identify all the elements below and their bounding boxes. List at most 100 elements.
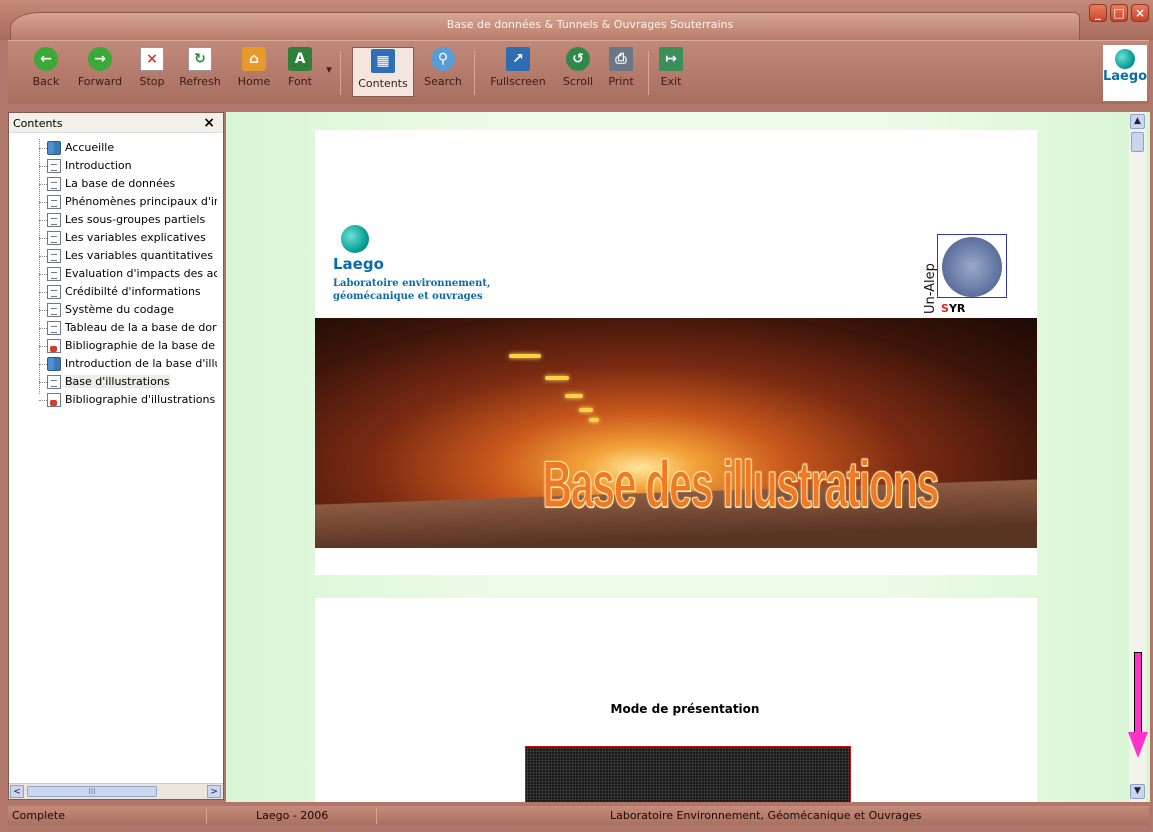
banner-title: Base des illustrations xyxy=(542,447,940,522)
tree-item[interactable]: Base d'illustrations xyxy=(9,373,217,391)
fullscreen-button[interactable]: ↗ Fullscreen xyxy=(482,47,554,88)
book-icon xyxy=(47,141,61,155)
tree-item[interactable]: Accueille xyxy=(9,139,217,157)
sidebar-title: Contents xyxy=(13,117,63,130)
tree-item[interactable]: Tableau de la a base de dor xyxy=(9,319,217,337)
tree-item[interactable]: Phénomènes principaux d'in xyxy=(9,193,217,211)
tree-item[interactable]: Crédibilté d'informations xyxy=(9,283,217,301)
scroll-down-button[interactable]: ▼ xyxy=(1130,784,1145,799)
document-icon xyxy=(47,231,61,245)
tunnel-light xyxy=(509,354,541,358)
tree-item-label: Les variables quantitatives xyxy=(65,249,214,262)
contents-sidebar: Contents × Accueille Introduction La base … xyxy=(8,112,224,800)
exit-label: Exit xyxy=(660,75,682,88)
home-label: Home xyxy=(237,75,271,88)
syr-label: SYR xyxy=(941,302,965,315)
tree-item-label: Tableau de la a base de dor xyxy=(65,321,217,334)
laego-block: Laego Laboratoire environnement, géoméca… xyxy=(333,225,491,303)
tunnel-light xyxy=(579,408,593,412)
reference-icon xyxy=(47,339,61,353)
stop-button[interactable]: × Stop xyxy=(134,47,170,88)
fullscreen-label: Fullscreen xyxy=(490,75,546,88)
tree-item-label: Système du codage xyxy=(65,303,174,316)
arrow-head xyxy=(1128,732,1148,758)
window-controls: _ □ × xyxy=(1089,4,1149,22)
document-icon xyxy=(47,285,61,299)
refresh-label: Refresh xyxy=(179,75,221,88)
laego-subtitle-2: géomécanique et ouvrages xyxy=(333,291,483,302)
scroll-left-button[interactable]: < xyxy=(10,785,24,798)
close-button[interactable]: × xyxy=(1131,4,1149,22)
scroll-icon: ↺ xyxy=(566,47,590,71)
document-icon xyxy=(47,195,61,209)
tree-item[interactable]: Les variables quantitatives xyxy=(9,247,217,265)
status-right: Laboratoire Environnement, Géomécanique … xyxy=(610,809,922,822)
syr-rest: YR xyxy=(948,302,966,315)
scroll-grip: III xyxy=(88,787,96,796)
tree-item-label: Accueille xyxy=(65,141,115,154)
status-bar: Complete Laego - 2006 Laboratoire Enviro… xyxy=(8,806,1149,826)
sidebar-header: Contents × xyxy=(9,113,223,133)
status-left: Complete xyxy=(12,809,66,822)
scroll-thumb[interactable]: III xyxy=(27,786,157,797)
minimize-button[interactable]: _ xyxy=(1089,4,1107,22)
tree-item[interactable]: Introduction de la base d'illu xyxy=(9,355,217,373)
tree-item[interactable]: Evaluation d'impacts des ac xyxy=(9,265,217,283)
contents-button[interactable]: ▦ Contents xyxy=(352,47,414,97)
book-icon xyxy=(47,357,61,371)
tree-item-label: Base d'illustrations xyxy=(65,375,170,388)
toolbar-separator xyxy=(340,51,341,95)
document-icon xyxy=(47,249,61,263)
home-button[interactable]: ⌂ Home xyxy=(232,47,276,88)
laego-swirl-icon xyxy=(1115,49,1135,69)
font-dropdown-icon[interactable]: ▾ xyxy=(324,63,334,76)
stop-label: Stop xyxy=(139,75,165,88)
laego-logo-text: Laego xyxy=(1103,69,1148,84)
arrow-shaft xyxy=(1134,652,1142,734)
tree-item[interactable]: Les variables explicatives xyxy=(9,229,217,247)
scroll-up-button[interactable]: ▲ xyxy=(1130,114,1145,129)
font-label: Font xyxy=(288,75,312,88)
scroll-button[interactable]: ↺ Scroll xyxy=(558,47,598,88)
tunnel-light xyxy=(545,376,569,380)
document-icon xyxy=(47,159,61,173)
status-divider xyxy=(206,808,207,824)
back-label: Back xyxy=(32,75,60,88)
tree-item[interactable]: La base de données xyxy=(9,175,217,193)
tree-item-label: Les variables explicatives xyxy=(65,231,206,244)
tree-item-label: Bibliographie d'illustrations xyxy=(65,393,216,406)
search-button[interactable]: ⚲ Search xyxy=(420,47,466,88)
stop-icon: × xyxy=(140,47,164,71)
scroll-right-button[interactable]: > xyxy=(207,785,221,798)
scroll-thumb[interactable] xyxy=(1131,132,1144,152)
tree-item-label: Les sous-groupes partiels xyxy=(65,213,206,226)
refresh-icon: ↻ xyxy=(188,47,212,71)
forward-button[interactable]: → Forward xyxy=(72,47,128,88)
tree-item[interactable]: Système du codage xyxy=(9,301,217,319)
back-button[interactable]: ← Back xyxy=(26,47,66,88)
tree-item[interactable]: Introduction xyxy=(9,157,217,175)
toolbar: ← Back → Forward × Stop ↻ Refresh ⌂ Home… xyxy=(8,40,1149,104)
tree-item-label: La base de données xyxy=(65,177,176,190)
contents-label: Contents xyxy=(358,77,408,90)
document-icon xyxy=(47,213,61,227)
sidebar-horizontal-scrollbar[interactable]: < III > xyxy=(9,783,223,799)
font-button[interactable]: A Font xyxy=(280,47,320,88)
tree-item[interactable]: Les sous-groupes partiels xyxy=(9,211,217,229)
tunnel-banner: Base des illustrations xyxy=(315,318,1037,548)
search-label: Search xyxy=(424,75,462,88)
laego-logo: Laego xyxy=(1103,45,1147,101)
presentation-page: Mode de présentation xyxy=(315,598,1037,802)
university-seal xyxy=(937,234,1007,298)
refresh-button[interactable]: ↻ Refresh xyxy=(174,47,226,88)
print-button[interactable]: ⎙ Print xyxy=(602,47,640,88)
tree-item-label: Evaluation d'impacts des ac xyxy=(65,267,217,280)
exit-button[interactable]: ↦ Exit xyxy=(656,47,686,88)
window-title: Base de données & Tunnels & Ouvrages Sou… xyxy=(446,18,734,31)
tree-item[interactable]: Bibliographie de la base de c xyxy=(9,337,217,355)
content-viewer[interactable]: Laego Laboratoire environnement, géoméca… xyxy=(226,112,1150,802)
sidebar-close-button[interactable]: × xyxy=(203,115,215,131)
maximize-button[interactable]: □ xyxy=(1110,4,1128,22)
forward-arrow-icon: → xyxy=(88,47,112,71)
tree-item[interactable]: Bibliographie d'illustrations xyxy=(9,391,217,409)
